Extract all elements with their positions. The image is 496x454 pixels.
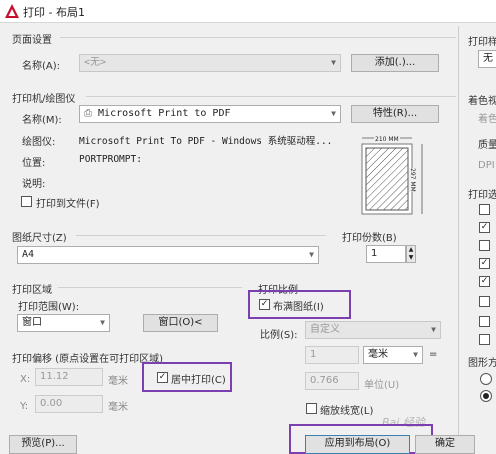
print-range-select[interactable]: 窗口 ▼ xyxy=(17,314,110,332)
paper-size-group-label: 图纸尺寸(Z) xyxy=(12,233,67,244)
option-checkbox-1[interactable] xyxy=(479,204,490,215)
apply-to-layout-button[interactable]: 应用到布局(O) xyxy=(305,435,410,454)
printer-name-select[interactable]: ⎙ Microsoft Print to PDF ▼ xyxy=(79,105,341,123)
unit-label: 单位(U) xyxy=(364,380,400,391)
dpi-label: DPI xyxy=(478,160,495,171)
scale-value2-input[interactable]: 0.766 xyxy=(305,372,359,390)
chevron-down-icon: ▼ xyxy=(100,318,105,327)
option-checkbox-6[interactable] xyxy=(479,296,490,307)
option-checkbox-7[interactable] xyxy=(479,316,490,327)
print-area-group-label: 打印区域 xyxy=(12,285,52,296)
title-bar: 打印 - 布局1 xyxy=(0,0,496,23)
printer-group-label: 打印机/绘图仪 xyxy=(12,94,76,105)
fit-to-paper-label: 布满图纸(I) xyxy=(273,302,324,313)
window-title: 打印 - 布局1 xyxy=(23,6,85,19)
page-setup-name-value: <无> xyxy=(84,57,107,68)
scale-unit-value: 毫米 xyxy=(368,349,388,360)
divider xyxy=(60,37,456,38)
paper-preview: 210 MM 297 MM xyxy=(352,128,440,220)
option-checkbox-2[interactable]: ✓ xyxy=(479,222,490,233)
scale-lineweights-label: 缩放线宽(L) xyxy=(320,406,374,417)
offset-y-input[interactable]: 0.00 xyxy=(35,395,103,413)
fit-to-paper-checkbox[interactable]: ✓ xyxy=(259,299,270,310)
chevron-down-icon: ▼ xyxy=(309,250,314,259)
divider xyxy=(86,96,456,97)
add-page-setup-button[interactable]: 添加(.)... xyxy=(351,54,439,72)
drawing-orientation-group-label: 图形方 xyxy=(468,358,496,369)
offset-x-label: X: xyxy=(20,374,31,385)
copies-input[interactable]: 1 xyxy=(366,245,406,263)
printer-icon: ⎙ xyxy=(84,108,92,119)
ok-button[interactable]: 确定 xyxy=(415,435,475,454)
offset-x-input[interactable]: 11.12 xyxy=(35,368,103,386)
scale-lineweights-checkbox[interactable] xyxy=(306,403,317,414)
window-pick-button[interactable]: 窗口(O)< xyxy=(143,314,218,332)
plotter-value: Microsoft Print To PDF - Windows 系统驱动程..… xyxy=(79,136,333,147)
page-setup-name-label: 名称(A): xyxy=(22,61,61,72)
copies-group-label: 打印份数(B) xyxy=(342,233,397,244)
equals-sign: = xyxy=(429,349,438,360)
offset-y-unit: 毫米 xyxy=(108,402,128,413)
quality-label: 质量 xyxy=(478,140,496,151)
page-setup-name-select[interactable]: <无> ▼ xyxy=(79,54,341,72)
plot-style-select[interactable]: 无 xyxy=(478,50,496,68)
print-range-value: 窗口 xyxy=(22,317,42,328)
shade-label: 着色 xyxy=(478,114,496,125)
print-to-file-label: 打印到文件(F) xyxy=(36,199,100,210)
paper-size-value: A4 xyxy=(22,249,35,260)
page-setup-group-label: 页面设置 xyxy=(12,35,52,46)
panel-divider xyxy=(458,26,459,436)
paper-height-label: 297 MM xyxy=(409,168,416,192)
chevron-down-icon: ▼ xyxy=(431,325,436,334)
description-label: 说明: xyxy=(22,179,46,190)
chevron-down-icon: ▼ xyxy=(331,109,336,118)
center-plot-label: 居中打印(C) xyxy=(171,375,226,386)
copies-spinner[interactable]: ▲ ▼ xyxy=(406,245,416,263)
divider xyxy=(58,287,242,288)
option-checkbox-4[interactable]: ✓ xyxy=(479,258,490,269)
orientation-radio-1[interactable] xyxy=(480,373,492,385)
scale-select[interactable]: 自定义 ▼ xyxy=(305,321,441,339)
orientation-radio-2[interactable] xyxy=(480,390,492,402)
plot-offset-group-label: 打印偏移 (原点设置在可打印区域) xyxy=(12,354,163,365)
plot-style-group-label: 打印样 xyxy=(468,37,496,48)
chevron-down-icon: ▼ xyxy=(331,58,336,67)
center-plot-checkbox[interactable]: ✓ xyxy=(157,372,168,383)
printer-name-value: Microsoft Print to PDF xyxy=(98,108,231,119)
scale-value1-input[interactable]: 1 xyxy=(305,346,359,364)
print-to-file-checkbox[interactable] xyxy=(21,196,32,207)
scale-label: 比例(S): xyxy=(260,330,298,341)
paper-size-select[interactable]: A4 ▼ xyxy=(17,246,319,264)
chevron-down-icon: ▼ xyxy=(413,350,418,359)
plot-options-group-label: 打印选 xyxy=(468,190,496,201)
radio-selected-dot xyxy=(483,393,489,399)
option-checkbox-3[interactable] xyxy=(479,240,490,251)
option-checkbox-5[interactable]: ✓ xyxy=(479,276,490,287)
autocad-logo-icon xyxy=(5,4,19,18)
divider xyxy=(76,235,326,236)
paper-width-label: 210 MM xyxy=(374,136,400,143)
location-label: 位置: xyxy=(22,158,46,169)
scale-unit-select[interactable]: 毫米 ▼ xyxy=(363,346,423,364)
location-value: PORTPROMPT: xyxy=(79,154,142,165)
printer-properties-button[interactable]: 特性(R)... xyxy=(351,105,439,123)
offset-x-unit: 毫米 xyxy=(108,376,128,387)
plotter-label: 绘图仪: xyxy=(22,137,56,148)
print-range-label: 打印范围(W): xyxy=(18,302,80,313)
plot-style-value: 无 xyxy=(483,53,493,64)
scale-value: 自定义 xyxy=(310,324,340,335)
offset-y-label: Y: xyxy=(20,401,29,412)
shaded-viewport-group-label: 着色视 xyxy=(468,96,496,107)
preview-button[interactable]: 预览(P)... xyxy=(9,435,77,454)
option-checkbox-8[interactable] xyxy=(479,334,490,345)
printer-name-label: 名称(M): xyxy=(22,115,62,126)
